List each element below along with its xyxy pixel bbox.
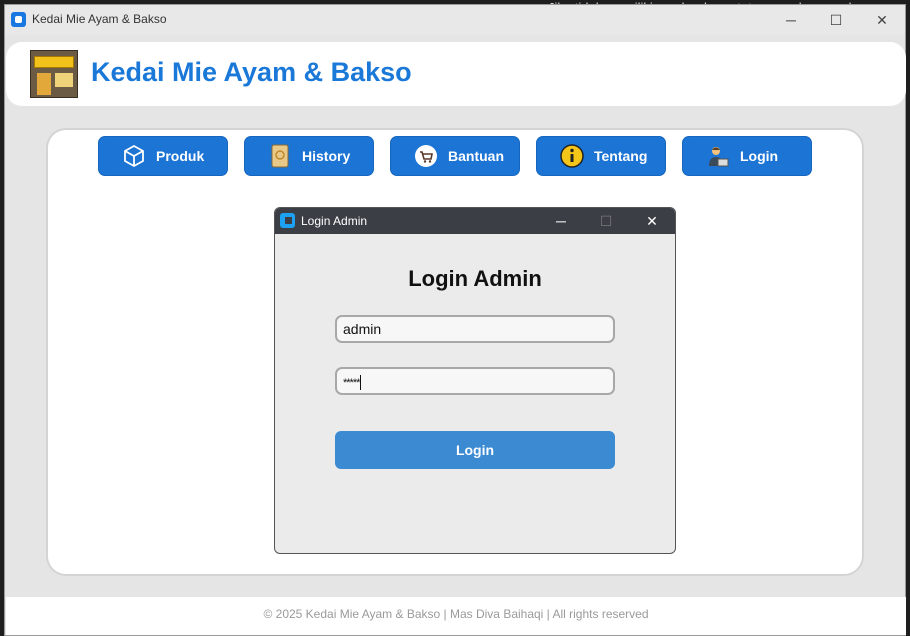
dialog-maximize-button[interactable]: ☐ <box>591 210 621 232</box>
app-title: Kedai Mie Ayam & Bakso <box>91 57 412 87</box>
nav-tentang-button[interactable]: Tentang <box>536 136 666 176</box>
dialog-minimize-button[interactable]: ─ <box>546 210 576 232</box>
minimize-button[interactable]: ─ <box>776 9 806 31</box>
password-field[interactable]: ***** <box>335 367 615 395</box>
nav-history-button[interactable]: History <box>244 136 374 176</box>
nav-label: Bantuan <box>448 148 504 164</box>
title-bar: Kedai Mie Ayam & Bakso ─ ☐ ✕ <box>5 5 905 35</box>
user-laptop-icon <box>705 143 731 169</box>
password-value: ***** <box>343 377 360 389</box>
dialog-close-button[interactable]: ✕ <box>637 210 667 232</box>
cart-icon <box>413 143 439 169</box>
shop-front-logo <box>30 50 78 98</box>
app-header: Kedai Mie Ayam & Bakso <box>6 42 906 106</box>
nav-label: Login <box>740 148 779 164</box>
dialog-app-icon <box>280 213 295 228</box>
dialog-title: Login Admin <box>301 214 368 228</box>
login-dialog: Login Admin ─ ☐ ✕ Login Admin admin ****… <box>274 207 676 554</box>
footer-text: © 2025 Kedai Mie Ayam & Bakso | Mas Diva… <box>263 607 649 621</box>
text-caret <box>360 374 362 390</box>
info-icon <box>559 143 585 169</box>
maximize-button[interactable]: ☐ <box>821 9 851 31</box>
nav-login-button[interactable]: Login <box>682 136 812 176</box>
footer: © 2025 Kedai Mie Ayam & Bakso | Mas Diva… <box>6 597 906 635</box>
scroll-icon <box>267 143 293 169</box>
nav-bantuan-button[interactable]: Bantuan <box>390 136 520 176</box>
box-icon <box>121 143 147 169</box>
username-value: admin <box>343 321 382 337</box>
dialog-title-bar: Login Admin ─ ☐ ✕ <box>275 208 675 234</box>
nav-label: Tentang <box>594 148 648 164</box>
close-button[interactable]: ✕ <box>867 9 897 31</box>
login-submit-button[interactable]: Login <box>335 431 615 469</box>
dialog-heading: Login Admin <box>408 266 542 291</box>
nav-label: Produk <box>156 148 205 164</box>
main-window: Kedai Mie Ayam & Bakso ─ ☐ ✕ Kedai Mie A… <box>4 4 906 636</box>
username-field[interactable]: admin <box>335 315 615 343</box>
window-title: Kedai Mie Ayam & Bakso <box>32 12 167 26</box>
nav-produk-button[interactable]: Produk <box>98 136 228 176</box>
nav-label: History <box>302 148 351 164</box>
app-icon <box>11 12 26 27</box>
